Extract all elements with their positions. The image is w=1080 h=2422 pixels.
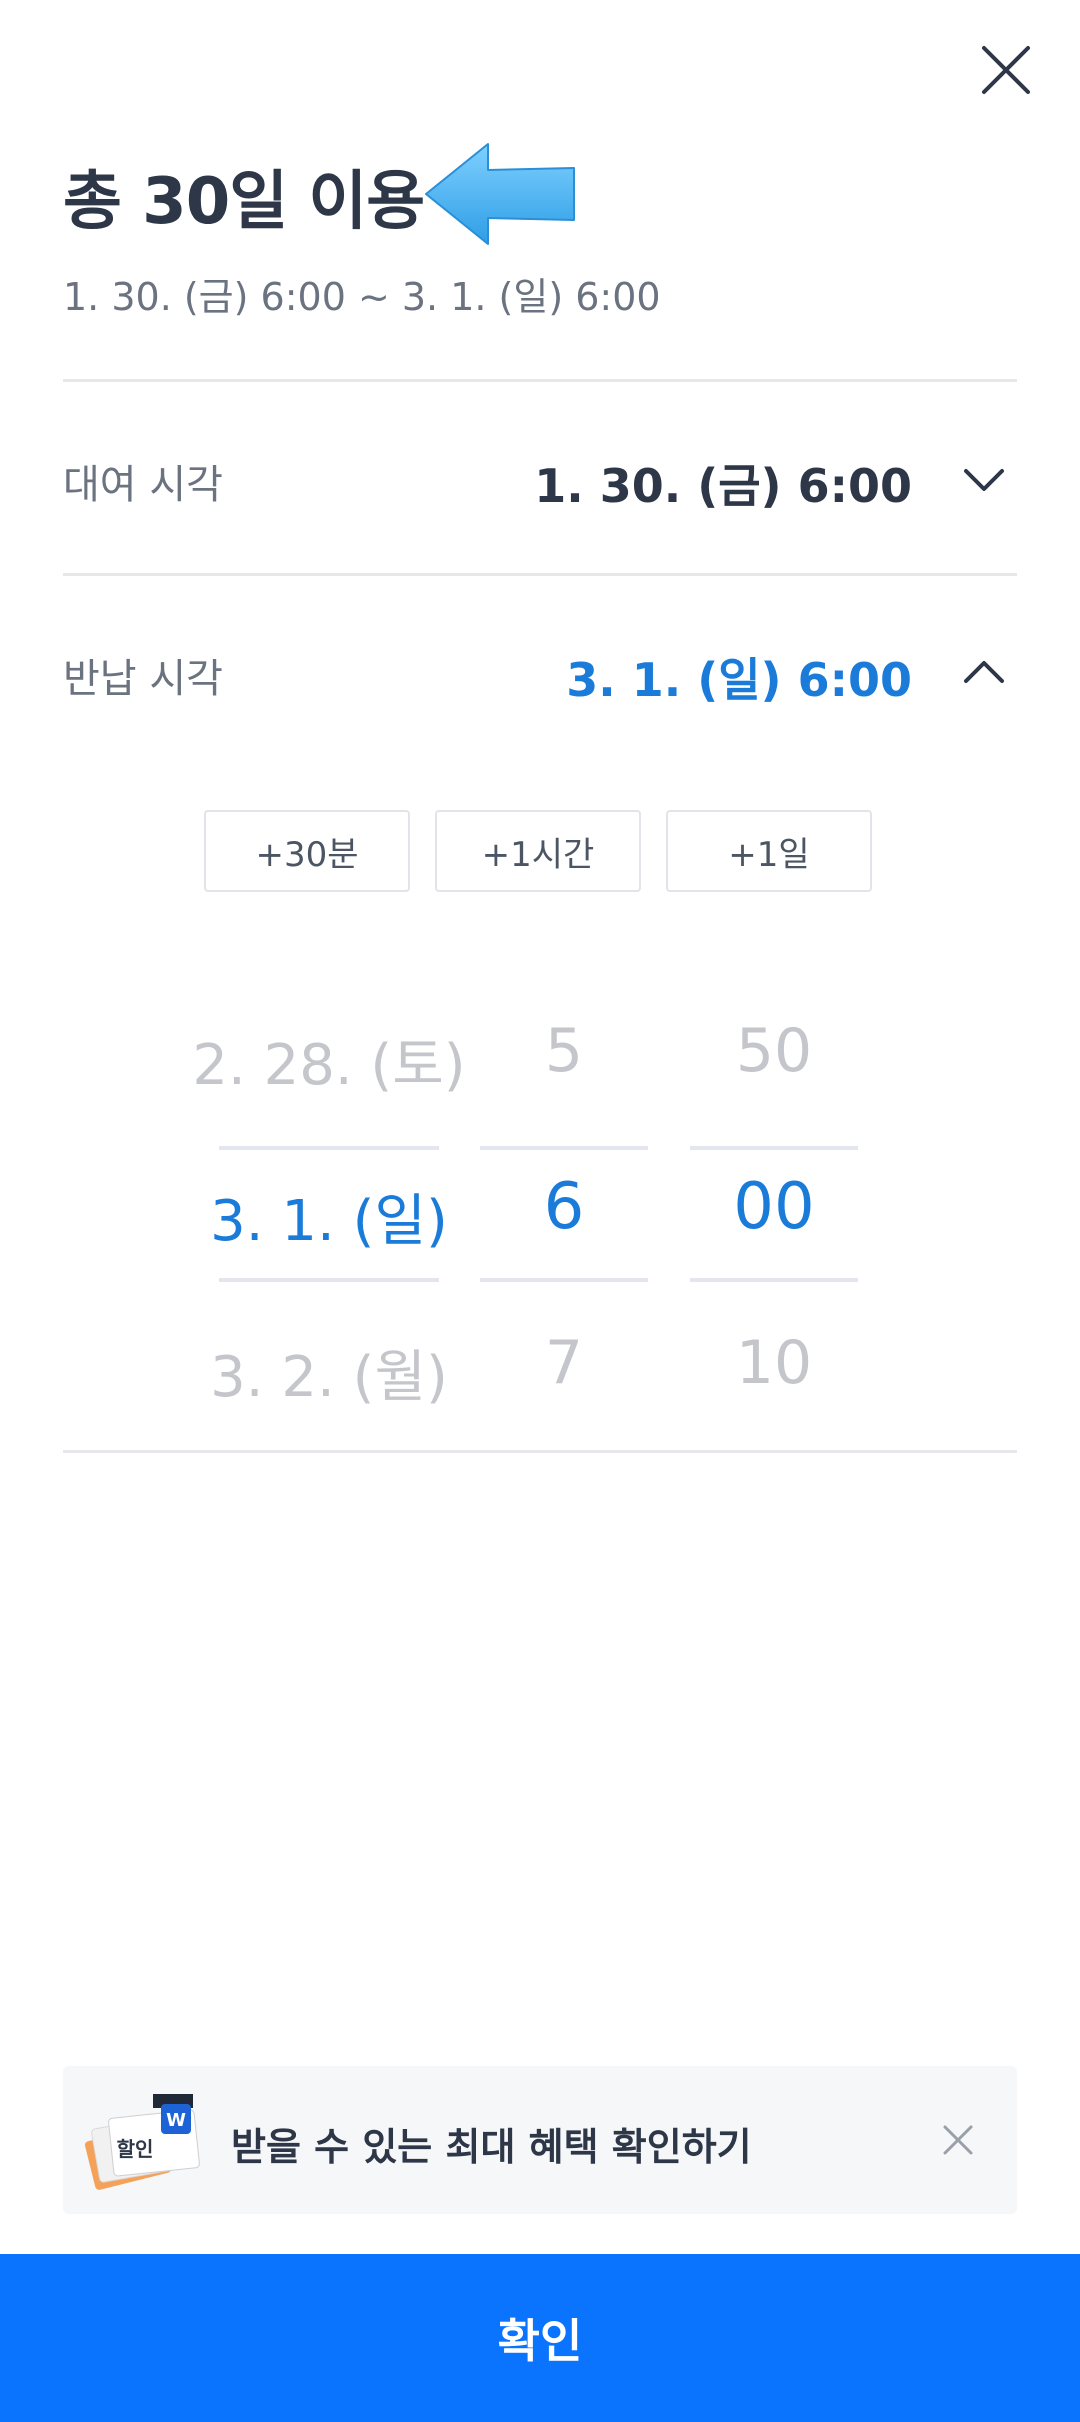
add-1hour-button[interactable]: +1시간 (435, 810, 641, 892)
svg-text:할인: 할인 (117, 2137, 154, 2161)
picker-hour-option[interactable]: 7 (545, 1328, 583, 1398)
picker-date-selected[interactable]: 3. 1. (일) (210, 1176, 448, 1257)
selection-line (690, 1278, 858, 1282)
add-1day-button[interactable]: +1일 (666, 810, 872, 892)
return-time-label: 반납 시각 (63, 656, 223, 702)
arrow-left-icon (425, 143, 575, 245)
return-time-value: 3. 1. (일) 6:00 (566, 653, 912, 707)
picker-minute-option[interactable]: 50 (736, 1016, 812, 1086)
coupon-image: W 할인 (84, 2094, 200, 2190)
picker-hour-option[interactable]: 5 (545, 1016, 583, 1086)
selection-line (480, 1278, 648, 1282)
picker-hour-selected[interactable]: 6 (544, 1170, 585, 1244)
divider (63, 573, 1017, 576)
picker-date-option[interactable]: 2. 28. (토) (192, 1020, 465, 1101)
picker-minute-option[interactable]: 10 (736, 1328, 812, 1398)
confirm-button[interactable]: 확인 (0, 2254, 1080, 2422)
selection-line (219, 1146, 439, 1150)
chevron-down-icon[interactable] (962, 466, 1006, 494)
svg-text:W: W (166, 2110, 186, 2131)
selection-line (480, 1146, 648, 1150)
banner-text: 받을 수 있는 최대 혜택 확인하기 (231, 2125, 752, 2169)
divider (63, 1450, 1017, 1453)
picker-date-option[interactable]: 3. 2. (월) (210, 1332, 448, 1413)
rental-time-value: 1. 30. (금) 6:00 (534, 459, 912, 513)
selection-line (219, 1278, 439, 1282)
divider (63, 379, 1017, 382)
rental-time-label: 대여 시각 (63, 462, 223, 508)
picker-minute-selected[interactable]: 00 (733, 1170, 814, 1244)
selection-line (690, 1146, 858, 1150)
close-icon[interactable] (978, 42, 1034, 98)
close-icon[interactable] (941, 2123, 975, 2157)
benefit-banner[interactable]: W 할인 받을 수 있는 최대 혜택 확인하기 (63, 2066, 1017, 2214)
usage-range: 1. 30. (금) 6:00 ~ 3. 1. (일) 6:00 (63, 275, 661, 319)
add-30min-button[interactable]: +30분 (204, 810, 410, 892)
page-title: 총 30일 이용 (63, 165, 425, 239)
chevron-up-icon[interactable] (962, 658, 1006, 686)
